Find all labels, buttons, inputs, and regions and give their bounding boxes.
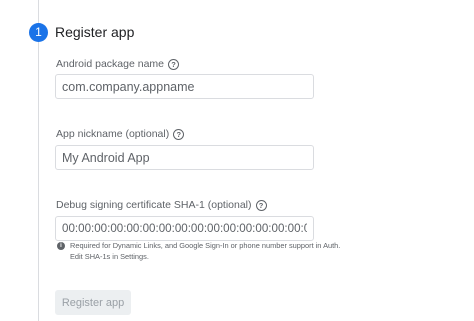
sha1-label-text: Debug signing certificate SHA-1 (optiona…	[56, 199, 252, 211]
package-name-label-text: Android package name	[56, 58, 164, 70]
help-icon[interactable]: ?	[168, 59, 179, 70]
register-app-button[interactable]: Register app	[55, 290, 131, 315]
help-icon[interactable]: ?	[173, 129, 185, 140]
help-icon[interactable]: ?	[255, 200, 267, 211]
sha1-hint-text: Required for Dynamic Links, and Google S…	[70, 241, 340, 262]
sha1-hint-line-1: Required for Dynamic Links, and Google S…	[70, 241, 341, 250]
sha1-hint: i Required for Dynamic Links, and Google…	[57, 241, 367, 262]
app-nickname-label: App nickname (optional) ?	[56, 128, 185, 141]
info-icon: i	[57, 242, 65, 250]
sha1-input[interactable]	[55, 216, 314, 241]
package-name-label: Android package name ?	[56, 58, 179, 71]
app-nickname-label-text: App nickname (optional)	[56, 128, 170, 140]
step-number-badge: 1	[29, 23, 48, 42]
sha1-hint-line-2: Edit SHA-1s in Settings.	[70, 251, 149, 261]
app-nickname-input[interactable]	[55, 145, 314, 170]
register-app-step: 1 Register app Android package name ? Ap…	[0, 0, 474, 321]
step-title: Register app	[55, 24, 135, 40]
stepper-rail	[38, 0, 39, 321]
sha1-label: Debug signing certificate SHA-1 (optiona…	[56, 199, 267, 212]
package-name-input[interactable]	[55, 74, 314, 99]
